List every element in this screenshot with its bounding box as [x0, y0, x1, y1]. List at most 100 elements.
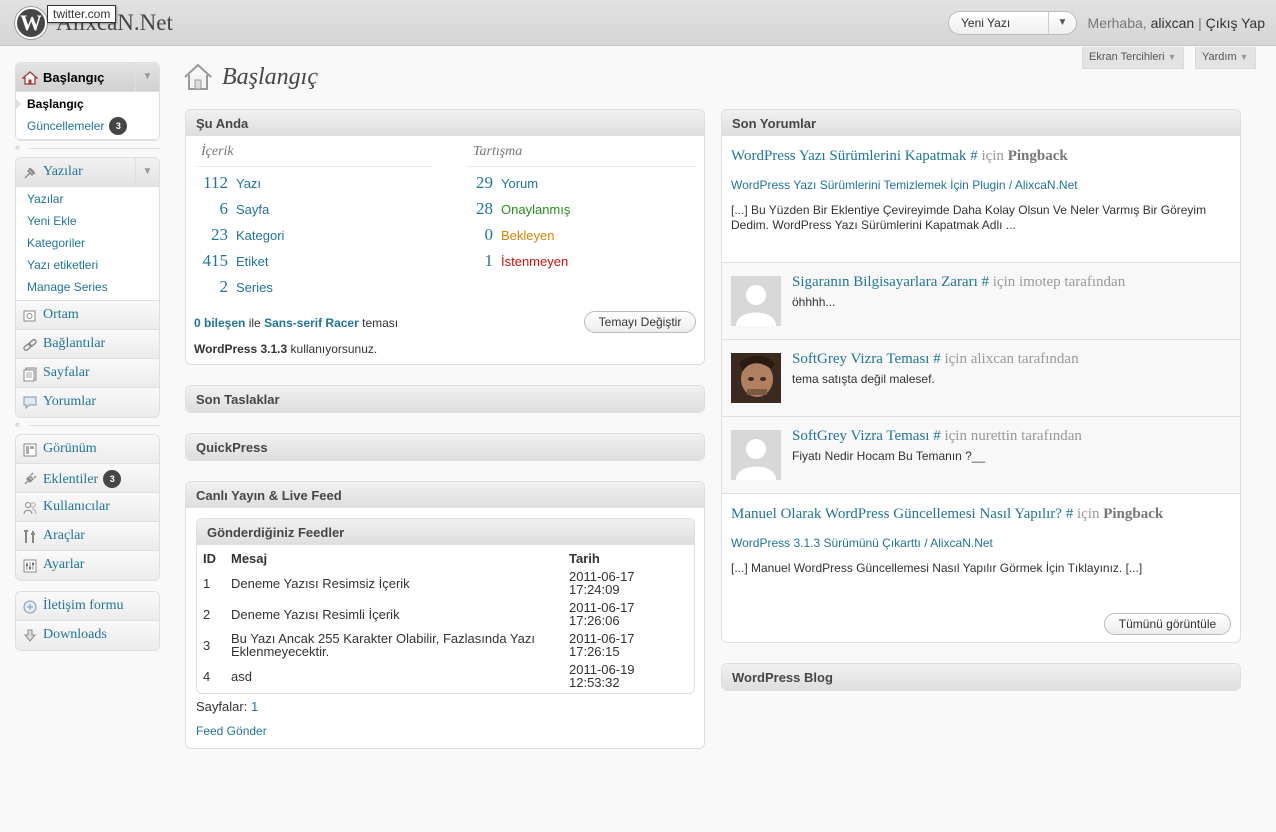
theme-word: teması — [362, 316, 399, 330]
logout-link[interactable]: Çıkış Yap — [1206, 15, 1265, 31]
menu-comments[interactable]: Yorumlar — [16, 388, 159, 417]
widget-title[interactable]: Şu Anda — [186, 110, 704, 136]
screen-options-tab[interactable]: Ekran Tercihleri ▼ — [1082, 47, 1184, 69]
discussion-row[interactable]: 1 İstenmeyen — [466, 251, 569, 271]
tooltip: twitter.com — [47, 5, 117, 23]
comment-permalink[interactable]: # — [933, 351, 941, 367]
chevron-down-icon: ▼ — [1167, 52, 1177, 62]
comment-item: SoftGrey Vizra Teması # için alixcan tar… — [722, 340, 1240, 417]
comment-permalink[interactable]: # — [1066, 506, 1074, 522]
link-icon — [23, 339, 37, 351]
appearance-icon — [23, 443, 37, 457]
users-icon — [23, 502, 37, 515]
widgets-link[interactable]: 0 bileşen — [194, 316, 245, 330]
menu-appearance-label: Görünüm — [43, 441, 97, 456]
submenu-posts-add-new[interactable]: Yeni Ekle — [16, 210, 159, 232]
menu-plugins[interactable]: Eklentiler 3 — [16, 464, 159, 493]
discussion-row[interactable]: 29 Yorum — [466, 173, 538, 193]
menu-comments-label: Yorumlar — [43, 394, 97, 409]
pin-icon — [24, 167, 36, 179]
feed-date: 2011-06-19 12:53:32 — [564, 661, 693, 692]
collapse-arrow-icon[interactable]: « — [15, 142, 20, 152]
quickpress-widget[interactable]: QuickPress — [185, 433, 705, 461]
admin-menu: Başlangıç ▼ Başlangıç Güncellemeler 3 « Y… — [15, 62, 160, 651]
submenu-dashboard-home[interactable]: Başlangıç — [16, 93, 159, 115]
feed-id: 1 — [203, 576, 211, 591]
pingback-source-link[interactable]: WordPress Yazı Sürümlerini Temizlemek İç… — [731, 178, 1078, 192]
submenu-posts-series[interactable]: Manage Series — [16, 276, 159, 298]
widget-title[interactable]: Son Yorumlar — [722, 110, 1240, 136]
recent-drafts-widget[interactable]: Son Taslaklar — [185, 385, 705, 413]
submenu-posts-tags[interactable]: Yazı etiketleri — [16, 254, 159, 276]
submenu-updates[interactable]: Güncellemeler 3 — [16, 115, 159, 137]
menu-separator[interactable]: « — [15, 419, 160, 431]
comment-excerpt: [...] Bu Yüzden Bir Eklentiye Çevireyimd… — [731, 203, 1207, 232]
menu-toggle-icon[interactable]: ▼ — [135, 63, 159, 91]
version-info: WordPress 3.1.3 kullanıyorsunuz. — [194, 342, 377, 356]
menu-tools[interactable]: Araçlar — [16, 522, 159, 551]
comment-excerpt: [...] Manuel WordPress Güncellemesi Nası… — [731, 561, 1143, 575]
menu-users[interactable]: Kullanıcılar — [16, 493, 159, 522]
content-row[interactable]: 6 Sayfa — [196, 199, 270, 219]
menu-settings[interactable]: Ayarlar — [16, 551, 159, 580]
discussion-label: Onaylanmış — [501, 202, 571, 217]
pages-icon — [23, 367, 37, 382]
recent-comments-widget: Son Yorumlar WordPress Yazı Sürümlerini … — [721, 109, 1241, 643]
comment-meta: için — [1076, 506, 1100, 522]
count: 28 — [476, 199, 493, 218]
comment-permalink[interactable]: # — [970, 148, 978, 164]
collapse-arrow-icon[interactable]: « — [15, 419, 20, 429]
comment-permalink[interactable]: # — [982, 274, 990, 290]
menu-media[interactable]: Ortam — [16, 301, 159, 330]
theme-link[interactable]: Sans-serif Racer — [264, 316, 359, 330]
discussion-row[interactable]: 28 Onaylanmış — [466, 199, 570, 219]
comment-permalink[interactable]: # — [933, 428, 941, 444]
menu-downloads[interactable]: Downloads — [16, 621, 159, 650]
discussion-label: Bekleyen — [501, 228, 555, 243]
column-header: Tarih — [569, 551, 600, 566]
comment-post-link[interactable]: Manuel Olarak WordPress Güncellemesi Nas… — [731, 506, 1062, 522]
menu-pages[interactable]: Sayfalar — [16, 359, 159, 388]
view-all-comments-button[interactable]: Tümünü görüntüle — [1104, 613, 1231, 635]
wordpress-blog-widget[interactable]: WordPress Blog — [721, 663, 1241, 691]
discussion-row[interactable]: 0 Bekleyen — [466, 225, 555, 245]
menu-users-label: Kullanıcılar — [43, 499, 110, 514]
comment-post-link[interactable]: SoftGrey Vizra Teması — [792, 428, 929, 444]
content-row[interactable]: 112 Yazı — [196, 173, 261, 193]
username-link[interactable]: alixcan — [1151, 15, 1195, 31]
comment-item: Manuel Olarak WordPress Güncellemesi Nas… — [722, 494, 1240, 604]
count: 23 — [211, 225, 228, 244]
menu-dashboard[interactable]: Başlangıç ▼ — [16, 63, 159, 92]
content-row[interactable]: 23 Kategori — [196, 225, 284, 245]
comment-meta: için — [981, 148, 1004, 164]
menu-toggle-icon[interactable]: ▼ — [135, 158, 159, 186]
chevron-down-icon[interactable]: ▼ — [1048, 12, 1076, 34]
pingback-source-link[interactable]: WordPress 3.1.3 Sürümünü Çıkarttı / Alix… — [731, 536, 993, 550]
page-number-link[interactable]: 1 — [251, 699, 258, 714]
menu-separator[interactable]: « — [15, 142, 160, 154]
menu-appearance[interactable]: Görünüm — [16, 435, 159, 464]
submenu-posts-categories[interactable]: Kategoriler — [16, 232, 159, 254]
comment-post-link[interactable]: Sigaranın Bilgisayarlara Zararı — [792, 274, 978, 290]
widget-title[interactable]: QuickPress — [186, 434, 704, 460]
submenu-posts-all[interactable]: Yazılar — [16, 188, 159, 210]
widget-title[interactable]: Son Taslaklar — [186, 386, 704, 412]
comment-post-link[interactable]: SoftGrey Vizra Teması — [792, 351, 929, 367]
widget-title[interactable]: WordPress Blog — [722, 664, 1240, 690]
menu-links[interactable]: Bağlantılar — [16, 330, 159, 359]
content-row[interactable]: 415 Etiket — [196, 251, 269, 271]
pagination: Sayfalar: 1 — [196, 699, 258, 714]
comment-post-link[interactable]: WordPress Yazı Sürümlerini Kapatmak — [731, 148, 966, 164]
count: 0 — [484, 225, 494, 244]
send-feed-link[interactable]: Feed Gönder — [196, 724, 267, 738]
menu-posts[interactable]: Yazılar ▼ — [16, 158, 159, 187]
help-tab[interactable]: Yardım ▼ — [1195, 47, 1256, 69]
change-theme-button[interactable]: Temayı Değiştir — [584, 311, 696, 333]
wordpress-logo-icon[interactable]: W — [15, 7, 47, 39]
widget-title[interactable]: Canlı Yayın & Live Feed — [186, 482, 704, 508]
favorite-actions-dropdown[interactable]: Yeni Yazı ▼ — [948, 11, 1077, 35]
content-row[interactable]: 2 Series — [196, 277, 273, 297]
menu-group-content: Yazılar ▼ Yazılar Yeni Ekle Kategoriler … — [15, 157, 160, 418]
menu-contact-form[interactable]: İletişim formu — [16, 592, 159, 621]
comment-excerpt: tema satışta değil malesef. — [792, 372, 935, 386]
